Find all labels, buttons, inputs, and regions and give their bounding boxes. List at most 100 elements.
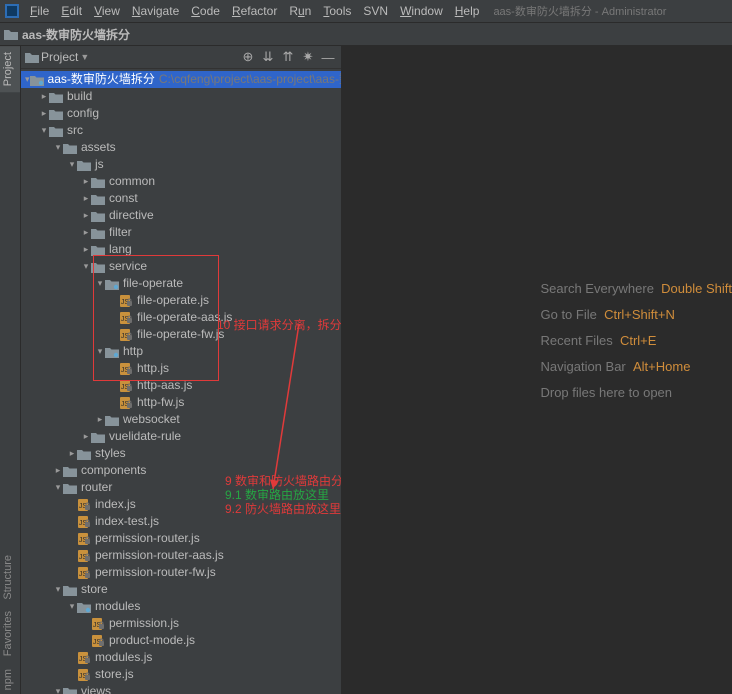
tree-row[interactable]: JSpermission.js bbox=[21, 615, 341, 632]
chevron-down-icon[interactable] bbox=[39, 122, 49, 139]
js-file-icon: JS bbox=[77, 498, 91, 512]
tree-row[interactable]: assets bbox=[21, 139, 341, 156]
editor-area[interactable]: Search Everywhere Double Shift Go to Fil… bbox=[342, 46, 732, 694]
chevron-right-icon[interactable] bbox=[67, 445, 77, 462]
navigation-bar[interactable]: aas-数审防火墙拆分 bbox=[0, 23, 732, 46]
chevron-right-icon[interactable] bbox=[39, 88, 49, 105]
tool-tab-npm[interactable]: npm bbox=[0, 663, 20, 694]
chevron-right-icon[interactable] bbox=[39, 105, 49, 122]
tree-row[interactable]: JSproduct-mode.js bbox=[21, 632, 341, 649]
chevron-right-icon[interactable] bbox=[81, 173, 91, 190]
tree-item-label: permission-router-aas.js bbox=[95, 547, 224, 564]
js-file-icon: JS bbox=[91, 617, 105, 631]
tree-item-label: websocket bbox=[123, 411, 180, 428]
tree-item-label: filter bbox=[109, 224, 132, 241]
chevron-down-icon[interactable] bbox=[67, 156, 77, 173]
tree-row[interactable]: JSpermission-router-aas.js bbox=[21, 547, 341, 564]
folder-icon bbox=[25, 51, 39, 63]
chevron-right-icon[interactable] bbox=[53, 462, 63, 479]
menu-tools[interactable]: Tools bbox=[317, 2, 357, 20]
tree-row[interactable]: config bbox=[21, 105, 341, 122]
app-logo-icon bbox=[4, 3, 20, 19]
tree-row[interactable]: const bbox=[21, 190, 341, 207]
menu-navigate[interactable]: Navigate bbox=[126, 2, 185, 20]
folder-icon bbox=[105, 277, 119, 291]
chevron-down-icon[interactable] bbox=[81, 258, 91, 275]
menu-file[interactable]: File bbox=[24, 2, 55, 20]
tree-row[interactable]: file-operate bbox=[21, 275, 341, 292]
tool-tab-structure[interactable]: Structure bbox=[0, 549, 20, 606]
tree-row[interactable]: JSstore.js bbox=[21, 666, 341, 683]
chevron-down-icon[interactable] bbox=[53, 479, 63, 496]
chevron-down-icon[interactable] bbox=[67, 598, 77, 615]
tree-row[interactable]: JSfile-operate.js bbox=[21, 292, 341, 309]
tree-item-label: file-operate bbox=[123, 275, 183, 292]
project-tree[interactable]: 10 接口请求分离，拆分原则同下 9 数审和防火墙路由分离，公共路由放这里 9.… bbox=[21, 69, 341, 694]
locate-icon[interactable]: ⊕ bbox=[239, 48, 257, 66]
tree-row[interactable]: js bbox=[21, 156, 341, 173]
tree-item-label: index.js bbox=[95, 496, 136, 513]
tree-row[interactable]: JSpermission-router.js bbox=[21, 530, 341, 547]
tree-row[interactable]: build bbox=[21, 88, 341, 105]
chevron-right-icon[interactable] bbox=[81, 207, 91, 224]
tree-row[interactable]: service bbox=[21, 258, 341, 275]
tree-row[interactable]: JSmodules.js bbox=[21, 649, 341, 666]
tree-item-label: directive bbox=[109, 207, 154, 224]
chevron-down-icon[interactable] bbox=[53, 139, 63, 156]
tree-item-label: common bbox=[109, 173, 155, 190]
menu-edit[interactable]: Edit bbox=[55, 2, 88, 20]
folder-icon bbox=[4, 28, 18, 40]
collapse-all-icon[interactable]: ⇊ bbox=[259, 48, 277, 66]
tree-item-label: const bbox=[109, 190, 138, 207]
settings-icon[interactable]: ✷ bbox=[299, 48, 317, 66]
project-panel-header: Project ▼ ⊕ ⇊ ⇈ ✷ — bbox=[21, 46, 341, 69]
chevron-down-icon: ▼ bbox=[80, 52, 89, 62]
chevron-down-icon[interactable] bbox=[53, 581, 63, 598]
expand-all-icon[interactable]: ⇈ bbox=[279, 48, 297, 66]
folder-icon bbox=[91, 243, 105, 257]
chevron-down-icon[interactable] bbox=[95, 275, 105, 292]
menu-help[interactable]: Help bbox=[449, 2, 486, 20]
chevron-right-icon[interactable] bbox=[95, 411, 105, 428]
tree-row[interactable]: store bbox=[21, 581, 341, 598]
tree-row[interactable]: common bbox=[21, 173, 341, 190]
menu-window[interactable]: Window bbox=[394, 2, 449, 20]
js-file-icon: JS bbox=[119, 379, 133, 393]
chevron-right-icon[interactable] bbox=[81, 241, 91, 258]
tree-row[interactable]: directive bbox=[21, 207, 341, 224]
tree-row[interactable]: views bbox=[21, 683, 341, 694]
chevron-right-icon[interactable] bbox=[81, 428, 91, 445]
folder-icon bbox=[49, 124, 63, 138]
tree-item-label: http-fw.js bbox=[137, 394, 184, 411]
hint-go-to-file: Go to File bbox=[540, 307, 596, 322]
tree-row[interactable]: modules bbox=[21, 598, 341, 615]
tree-item-label: store.js bbox=[95, 666, 134, 683]
tree-row[interactable]: JSpermission-router-fw.js bbox=[21, 564, 341, 581]
chevron-down-icon[interactable] bbox=[95, 343, 105, 360]
folder-icon bbox=[91, 430, 105, 444]
chevron-down-icon[interactable] bbox=[53, 683, 63, 694]
breadcrumb-root[interactable]: aas-数审防火墙拆分 bbox=[22, 26, 130, 43]
project-view-selector[interactable]: Project ▼ bbox=[25, 50, 89, 64]
menu-run[interactable]: Run bbox=[283, 2, 317, 20]
menu-refactor[interactable]: Refactor bbox=[226, 2, 283, 20]
menu-svn[interactable]: SVN bbox=[357, 2, 394, 20]
tree-item-label: views bbox=[81, 683, 111, 694]
chevron-right-icon[interactable] bbox=[81, 224, 91, 241]
tree-row[interactable]: src bbox=[21, 122, 341, 139]
tree-item-label: assets bbox=[81, 139, 116, 156]
tree-row[interactable]: filter bbox=[21, 224, 341, 241]
folder-icon bbox=[91, 209, 105, 223]
chevron-right-icon[interactable] bbox=[81, 190, 91, 207]
tool-tab-favorites[interactable]: Favorites bbox=[0, 605, 20, 662]
hide-icon[interactable]: — bbox=[319, 48, 337, 66]
tree-row[interactable]: aas-数审防火墙拆分C:\cqfeng\project\aas-project… bbox=[21, 71, 341, 88]
hint-navigation-bar: Navigation Bar bbox=[540, 359, 625, 374]
menu-view[interactable]: View bbox=[88, 2, 126, 20]
tree-item-label: modules bbox=[95, 598, 140, 615]
tree-row[interactable]: lang bbox=[21, 241, 341, 258]
folder-icon bbox=[91, 226, 105, 240]
menu-code[interactable]: Code bbox=[185, 2, 226, 20]
tree-item-label: product-mode.js bbox=[109, 632, 195, 649]
tool-tab-project[interactable]: Project bbox=[0, 46, 20, 92]
